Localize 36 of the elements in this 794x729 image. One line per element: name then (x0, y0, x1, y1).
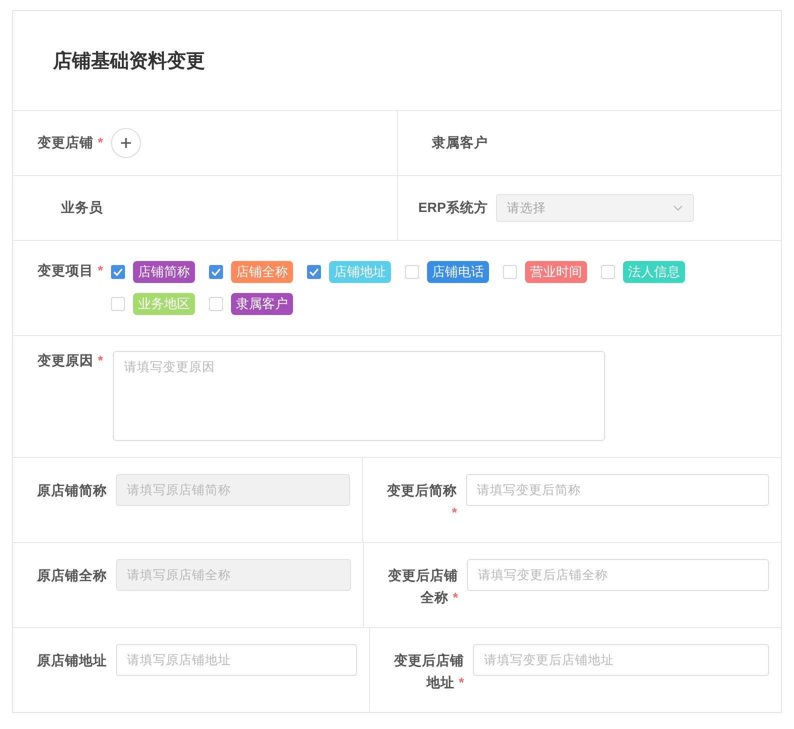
form-title: 店铺基础资料变更 (53, 50, 205, 74)
input-field[interactable]: 请填写变更后店铺全称 (467, 559, 769, 591)
field-label: 变更后店铺地址 * (392, 652, 465, 692)
checkbox[interactable] (111, 265, 125, 279)
field-label: 原店铺全称 (36, 567, 108, 585)
field-label: 变更后店铺全称 * (386, 567, 459, 607)
chevron-down-icon (673, 205, 683, 211)
add-button[interactable] (111, 128, 141, 158)
required-mark: * (98, 135, 103, 150)
field-label: 业务员 (61, 200, 103, 215)
option-tag: 法人信息 (623, 261, 685, 283)
checkbox[interactable] (307, 265, 321, 279)
option-tag: 店铺全称 (231, 261, 293, 283)
option-tag: 隶属客户 (231, 293, 293, 315)
field-label: 原店铺简称 (36, 482, 108, 500)
option-tag: 店铺简称 (133, 261, 195, 283)
checkbox[interactable] (209, 265, 223, 279)
field-label: 原店铺地址 (36, 652, 108, 670)
required-mark: * (98, 263, 103, 278)
input-field[interactable]: 请填写变更后店铺地址 (473, 644, 769, 676)
option-tag: 业务地区 (133, 293, 195, 315)
plus-icon (121, 138, 131, 148)
option-tag: 店铺电话 (427, 261, 489, 283)
field-label: 变更后简称 * (386, 482, 458, 522)
required-mark: * (98, 353, 103, 368)
field-label: 变更店铺 (38, 135, 94, 150)
field-label: 隶属客户 (432, 135, 488, 150)
reason-field[interactable]: 请填写变更原因 (113, 351, 605, 441)
input-field[interactable]: 请填写变更后简称 (466, 474, 769, 506)
select-placeholder: 请选择 (507, 200, 546, 216)
option-tag: 店铺地址 (329, 261, 391, 283)
field-label: ERP系统方 (418, 200, 488, 215)
input-field[interactable]: 请填写原店铺地址 (116, 644, 357, 676)
option-tag: 营业时间 (525, 261, 587, 283)
field-label: 变更原因 (38, 353, 94, 368)
field-label: 变更项目 (38, 263, 94, 278)
